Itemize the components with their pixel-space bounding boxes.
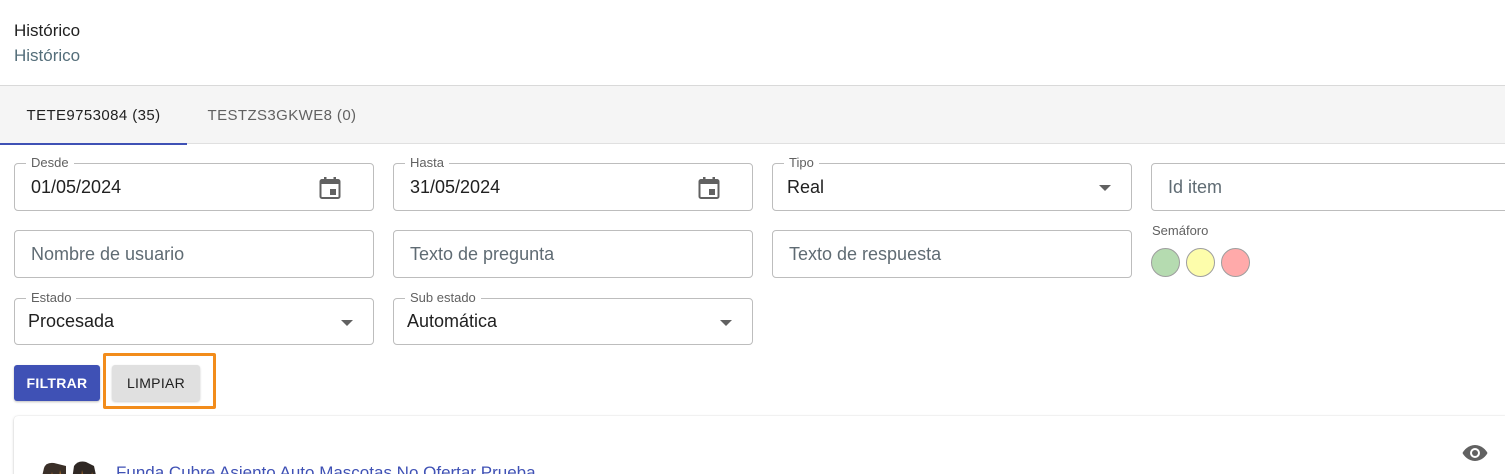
page-title: Histórico [14,21,81,40]
breadcrumb: Histórico [14,46,81,65]
clear-button[interactable]: LIMPIAR [112,365,200,401]
page-header: Histórico Histórico [14,20,80,67]
sub-estado-value: Automática [407,311,498,331]
texto-respuesta-placeholder: Texto de respuesta [789,243,942,264]
tipo-value: Real [787,176,825,197]
texto-respuesta-input[interactable]: Texto de respuesta [772,230,1132,278]
tipo-select[interactable]: Tipo Real [772,155,1132,211]
nombre-usuario-placeholder: Nombre de usuario [31,243,185,264]
tab-label: TETE9753084 (35) [26,106,161,124]
result-card: Funda Cubre Asiento Auto Mascotas No Ofe… [14,416,1505,474]
semaforo-label: Semáforo [1152,223,1209,238]
texto-pregunta-placeholder: Texto de pregunta [410,243,555,264]
sub-estado-select[interactable]: Sub estado Automática [393,290,753,345]
product-thumbnail [42,461,96,474]
calendar-icon[interactable] [698,176,720,200]
tab-account-2[interactable]: TESTZS3GKWE8 (0) [187,86,377,144]
result-title-link[interactable]: Funda Cubre Asiento Auto Mascotas No Ofe… [116,463,536,474]
filter-button[interactable]: FILTRAR [14,365,100,401]
desde-date-field[interactable]: Desde 01/05/2024 [14,155,374,211]
chevron-down-icon [720,320,732,326]
tab-active-indicator [0,143,187,145]
chevron-down-icon [341,320,353,326]
eye-icon[interactable] [1462,444,1488,462]
chevron-down-icon [1099,185,1111,191]
estado-select[interactable]: Estado Procesada [14,290,374,345]
semaforo-green-toggle[interactable] [1151,248,1180,277]
semaforo-red-toggle[interactable] [1221,248,1250,277]
calendar-icon[interactable] [319,176,341,200]
tab-account-1[interactable]: TETE9753084 (35) [0,86,187,145]
hasta-value: 31/05/2024 [410,176,501,197]
hasta-date-field[interactable]: Hasta 31/05/2024 [393,155,753,211]
nombre-usuario-input[interactable]: Nombre de usuario [14,230,374,278]
id-item-placeholder: Id item [1168,176,1223,197]
desde-value: 01/05/2024 [31,176,122,197]
semaforo-yellow-toggle[interactable] [1186,248,1215,277]
texto-pregunta-input[interactable]: Texto de pregunta [393,230,753,278]
id-item-input[interactable]: Id item [1151,163,1505,211]
account-tabs: TETE9753084 (35) TESTZS3GKWE8 (0) [0,86,1505,145]
tab-label: TESTZS3GKWE8 (0) [207,106,357,124]
estado-value: Procesada [28,311,115,331]
